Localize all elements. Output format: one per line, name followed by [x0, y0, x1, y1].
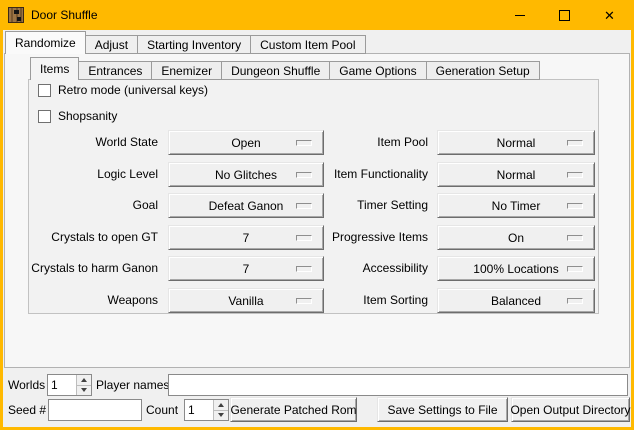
worlds-spin-buttons	[76, 375, 91, 395]
progressive-items-value: On	[508, 231, 524, 245]
seed-input[interactable]	[48, 399, 142, 421]
window-title: Door Shuffle	[31, 8, 98, 22]
retro-mode-label: Retro mode (universal keys)	[58, 83, 208, 97]
seed-label: Seed #	[8, 399, 46, 421]
item-functionality-value: Normal	[497, 168, 536, 182]
item-functionality-label: Item Functionality	[300, 162, 432, 187]
item-sorting-dropdown[interactable]: Balanced	[437, 288, 595, 313]
retro-mode-checkbox[interactable]: Retro mode (universal keys)	[38, 83, 208, 97]
item-functionality-dropdown[interactable]: Normal	[437, 162, 595, 187]
tab-dungeon-shuffle[interactable]: Dungeon Shuffle	[222, 61, 330, 80]
progressive-items-dropdown[interactable]: On	[437, 225, 595, 250]
window-border-left	[0, 30, 3, 430]
player-names-input[interactable]	[168, 374, 628, 396]
player-names-label: Player names	[96, 374, 169, 396]
accessibility-value: 100% Locations	[473, 262, 558, 276]
generate-patched-rom-button[interactable]: Generate Patched Rom	[230, 397, 357, 422]
logic-level-value: No Glitches	[215, 168, 277, 182]
worlds-increment-button[interactable]	[77, 375, 91, 385]
dropdown-indicator-icon	[567, 203, 583, 209]
timer-setting-dropdown[interactable]: No Timer	[437, 193, 595, 218]
arrow-down-icon	[81, 388, 87, 392]
item-sorting-value: Balanced	[491, 294, 541, 308]
world-state-label: World State	[30, 130, 162, 155]
tab-entrances[interactable]: Entrances	[79, 61, 152, 80]
count-label: Count	[146, 399, 178, 421]
crystals-gt-value: 7	[243, 231, 250, 245]
item-pool-dropdown[interactable]: Normal	[437, 130, 595, 155]
worlds-input[interactable]	[48, 375, 76, 395]
item-pool-label: Item Pool	[300, 130, 432, 155]
progressive-items-label: Progressive Items	[300, 225, 432, 250]
tab-adjust[interactable]: Adjust	[86, 35, 138, 54]
shopsanity-checkbox-box[interactable]	[38, 110, 51, 123]
accessibility-dropdown[interactable]: 100% Locations	[437, 256, 595, 281]
maximize-button[interactable]	[542, 0, 587, 30]
save-settings-button[interactable]: Save Settings to File	[377, 397, 508, 422]
tab-custom-item-pool[interactable]: Custom Item Pool	[251, 35, 365, 54]
world-state-value: Open	[231, 136, 260, 150]
tab-generation-setup[interactable]: Generation Setup	[427, 61, 540, 80]
tab-enemizer[interactable]: Enemizer	[152, 61, 222, 80]
count-spinbox[interactable]	[184, 399, 229, 421]
door-shuffle-window: Door Shuffle ✕ Randomize Adjust Starting…	[0, 0, 634, 430]
count-input[interactable]	[185, 400, 213, 420]
worlds-spinbox[interactable]	[47, 374, 92, 396]
goal-value: Defeat Ganon	[209, 199, 284, 213]
timer-setting-label: Timer Setting	[300, 193, 432, 218]
retro-mode-checkbox-box[interactable]	[38, 84, 51, 97]
dropdown-indicator-icon	[567, 298, 583, 304]
door-app-icon	[8, 7, 24, 23]
outer-tab-bar: Randomize Adjust Starting Inventory Cust…	[5, 31, 366, 54]
count-decrement-button[interactable]	[214, 410, 228, 421]
dropdown-indicator-icon	[567, 140, 583, 146]
tab-starting-inventory[interactable]: Starting Inventory	[138, 35, 251, 54]
dropdown-indicator-icon	[567, 266, 583, 272]
item-sorting-label: Item Sorting	[300, 288, 432, 313]
count-spin-buttons	[213, 400, 228, 420]
close-button[interactable]: ✕	[587, 0, 632, 30]
tab-randomize[interactable]: Randomize	[5, 31, 86, 54]
dropdown-indicator-icon	[567, 235, 583, 241]
accessibility-label: Accessibility	[300, 256, 432, 281]
minimize-icon	[515, 15, 525, 16]
arrow-up-icon	[81, 378, 87, 382]
inner-tab-bar: Items Entrances Enemizer Dungeon Shuffle…	[30, 57, 540, 80]
close-icon: ✕	[604, 9, 615, 22]
timer-setting-value: No Timer	[492, 199, 541, 213]
open-output-directory-button[interactable]: Open Output Directory	[511, 397, 630, 422]
logic-level-label: Logic Level	[30, 162, 162, 187]
worlds-label: Worlds	[8, 374, 45, 396]
crystals-gt-label: Crystals to open GT	[30, 225, 162, 250]
worlds-decrement-button[interactable]	[77, 385, 91, 396]
window-controls: ✕	[497, 0, 632, 30]
goal-label: Goal	[30, 193, 162, 218]
crystals-ganon-value: 7	[243, 262, 250, 276]
shopsanity-label: Shopsanity	[58, 109, 117, 123]
tab-items[interactable]: Items	[30, 57, 79, 80]
arrow-down-icon	[218, 413, 224, 417]
item-pool-value: Normal	[497, 136, 536, 150]
minimize-button[interactable]	[497, 0, 542, 30]
maximize-icon	[559, 10, 570, 21]
dropdown-indicator-icon	[567, 172, 583, 178]
shopsanity-checkbox[interactable]: Shopsanity	[38, 109, 117, 123]
weapons-value: Vanilla	[228, 294, 263, 308]
crystals-ganon-label: Crystals to harm Ganon	[30, 256, 162, 281]
count-increment-button[interactable]	[214, 400, 228, 410]
weapons-label: Weapons	[30, 288, 162, 313]
titlebar[interactable]: Door Shuffle ✕	[0, 0, 634, 30]
tab-game-options[interactable]: Game Options	[330, 61, 426, 80]
arrow-up-icon	[218, 403, 224, 407]
